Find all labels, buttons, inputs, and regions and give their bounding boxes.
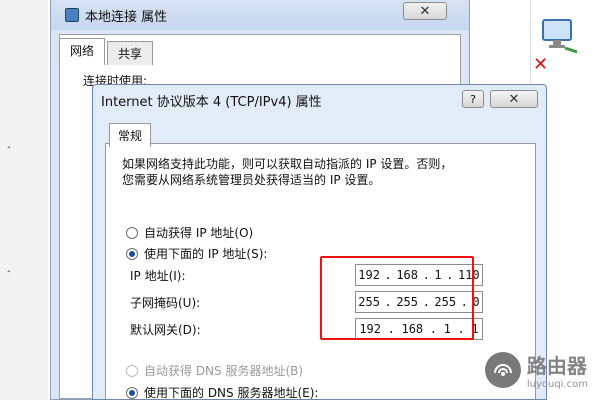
disconnected-x-icon: ✕ <box>533 54 549 75</box>
dialog-title: Internet 协议版本 4 (TCP/IPv4) 属性 <box>101 94 322 110</box>
octet: 110 <box>457 268 480 282</box>
network-adapter-icon <box>65 8 79 22</box>
close-button[interactable]: ✕ <box>490 90 538 108</box>
desktop-fragment: ¸ <box>6 136 12 149</box>
window-title: 本地连接 属性 <box>85 9 168 25</box>
octet: 1 <box>434 268 442 282</box>
tab-general[interactable]: 常规 <box>109 123 152 147</box>
manual-dns-option[interactable]: 使用下面的 DNS 服务器地址(E): <box>126 384 318 401</box>
help-button[interactable]: ? <box>462 90 484 108</box>
manual-dns-label: 使用下面的 DNS 服务器地址(E): <box>144 386 319 400</box>
ip-address-label: IP 地址(I): <box>130 268 186 283</box>
general-panel: 如果网络支持此功能，则可以获取自动指派的 IP 设置。否则， 您需要从网络系统管… <box>105 143 536 401</box>
desktop-background: ¸ ¸ <box>0 0 48 400</box>
manual-ip-option[interactable]: 使用下面的 IP 地址(S): <box>126 245 267 262</box>
octet: 255 <box>358 295 380 309</box>
radio-manual-ip[interactable] <box>126 247 138 260</box>
auto-dns-option[interactable]: 自动获得 DNS 服务器地址(B) <box>126 362 303 379</box>
default-gateway-row: 默认网关(D): 192. 168. 1. 1 <box>130 317 483 341</box>
desktop-fragment: ¸ <box>6 260 12 273</box>
network-monitor-icon <box>542 19 578 54</box>
router-logo-icon <box>484 352 521 388</box>
watermark-text: 路由器 <box>526 354 587 378</box>
subnet-mask-label: 子网掩码(U): <box>130 295 201 310</box>
ipv4-properties-dialog: Internet 协议版本 4 (TCP/IPv4) 属性 ? ✕ 常规 如果网… <box>92 84 547 400</box>
tab-network[interactable]: 网络 <box>59 38 106 65</box>
default-gateway-label: 默认网关(D): <box>130 322 201 337</box>
ip-address-input[interactable]: 192. 168. 1. 110 <box>355 264 483 286</box>
radio-auto-dns[interactable] <box>126 364 138 377</box>
octet: 168 <box>396 268 419 282</box>
tab-sharing[interactable]: 共享 <box>107 41 154 65</box>
subnet-mask-input[interactable]: 255. 255. 255. 0 <box>355 291 483 313</box>
octet: 192 <box>358 268 380 282</box>
octet: 255 <box>434 295 457 309</box>
description-line: 如果网络支持此功能，则可以获取自动指派的 IP 设置。否则， <box>122 157 453 171</box>
radio-manual-dns[interactable] <box>126 386 138 399</box>
manual-ip-label: 使用下面的 IP 地址(S): <box>144 247 268 261</box>
octet: 192 <box>359 322 381 336</box>
subnet-mask-row: 子网掩码(U): 255. 255. 255. 0 <box>130 290 483 314</box>
watermark-url: luyouqi.com <box>526 379 588 390</box>
octet: 1 <box>443 322 451 336</box>
auto-ip-option[interactable]: 自动获得 IP 地址(O) <box>126 224 253 241</box>
default-gateway-input[interactable]: 192. 168. 1. 1 <box>355 318 483 340</box>
description-line: 您需要从网络系统管理员处获得适当的 IP 设置。 <box>122 173 381 187</box>
close-button[interactable]: ✕ <box>403 2 447 20</box>
radio-auto-ip[interactable] <box>126 226 138 239</box>
octet: 1 <box>471 322 479 336</box>
octet: 0 <box>472 295 480 309</box>
ip-address-row: IP 地址(I): 192. 168. 1. 110 <box>130 263 483 287</box>
octet: 168 <box>401 322 424 336</box>
watermark: 路由器 luyouqi.com <box>484 350 588 390</box>
octet: 255 <box>396 295 419 309</box>
tab-bar: 网络 共享 <box>59 38 155 65</box>
description-text: 如果网络支持此功能，则可以获取自动指派的 IP 设置。否则， 您需要从网络系统管… <box>122 156 512 188</box>
auto-ip-label: 自动获得 IP 地址(O) <box>144 226 254 240</box>
auto-dns-label: 自动获得 DNS 服务器地址(B) <box>144 364 304 378</box>
